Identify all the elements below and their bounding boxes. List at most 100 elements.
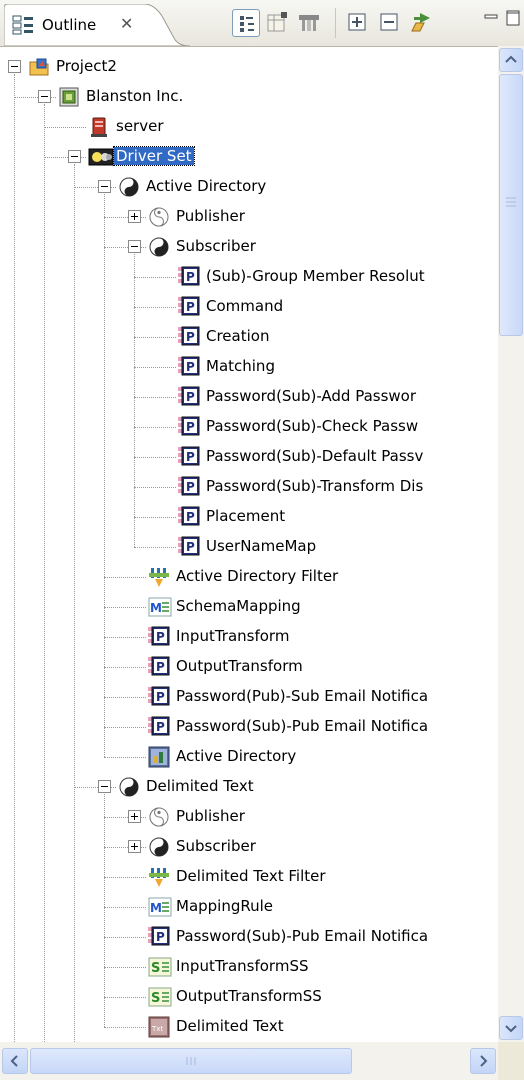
tree-item-label: Subscriber [176,237,256,255]
tree-item-password-sub-check-passw[interactable]: P Password(Sub)-Check Passw [0,412,498,442]
tree-item-label: Project2 [56,57,117,75]
hierarchical-view-icon[interactable] [232,9,260,37]
horizontal-scrollbar[interactable] [0,1042,524,1080]
tree-item-password-sub-pub-email-notifica[interactable]: P Password(Sub)-Pub Email Notifica [0,712,498,742]
policy-icon: P [178,506,200,528]
tree-item-outputtransform[interactable]: P OutputTransform [0,652,498,682]
scroll-down-button[interactable] [499,1016,523,1040]
svg-text:P: P [156,660,165,674]
tree-item-password-sub-add-passwor[interactable]: P Password(Sub)-Add Passwor [0,382,498,412]
tree-item-server[interactable]: server [0,112,498,142]
tree-item-subscriber[interactable]: Subscriber [0,232,498,262]
policy-icon: P [148,926,170,948]
tree-item-delimited-text[interactable]: Txt Delimited Text [0,1012,498,1042]
tree-item-label: Publisher [176,207,245,225]
tree-item-label: Password(Sub)-Add Passwor [206,387,417,405]
project-icon [28,56,50,78]
schema-mapping-icon: M [148,896,172,918]
svg-text:P: P [186,390,195,404]
tree-item-matching[interactable]: P Matching [0,352,498,382]
tree-item-subscriber[interactable]: Subscriber [0,832,498,862]
tree-item-label: Blanston Inc. [86,87,184,105]
tree-item-label: OutputTransformSS [176,987,322,1005]
tab-outline[interactable]: Outline ✕ [4,4,190,46]
svg-text:P: P [156,930,165,944]
tree-item-publisher[interactable]: Publisher [0,802,498,832]
organization-icon [58,86,80,108]
tree-item-delimited-text-filter[interactable]: Delimited Text Filter [0,862,498,892]
tree-item-label: Password(Sub)-Check Passw [206,417,419,435]
stylesheet-icon: S [148,986,172,1008]
policy-icon: P [178,416,200,438]
svg-text:P: P [186,360,195,374]
server-icon [88,116,110,138]
filter-view-icon[interactable] [296,9,324,37]
vertical-scrollbar[interactable] [498,46,524,1042]
scroll-right-button[interactable] [470,1048,496,1074]
collapse-all-icon[interactable] [376,9,404,37]
driver-set-icon [88,146,114,168]
tree-item-blanston-inc[interactable]: Blanston Inc. [0,82,498,112]
policy-icon: P [178,446,200,468]
expand-all-icon[interactable] [344,9,372,37]
flat-view-icon[interactable] [264,9,292,37]
policy-icon: P [178,326,200,348]
tree-item-label: Matching [206,357,275,375]
svg-text:P: P [186,420,195,434]
collapse-icon[interactable] [128,240,141,253]
scroll-up-button[interactable] [499,48,523,72]
tree-item-inputtransform[interactable]: P InputTransform [0,622,498,652]
vertical-scroll-thumb[interactable] [499,74,523,336]
policy-icon: P [178,356,200,378]
tree-item-label: Publisher [176,807,245,825]
tree-item-active-directory[interactable]: Active Directory [0,742,498,772]
tree-item-password-sub-transform-dis[interactable]: P Password(Sub)-Transform Dis [0,472,498,502]
tree-item-password-sub-default-passv[interactable]: P Password(Sub)-Default Passv [0,442,498,472]
collapse-icon[interactable] [98,180,111,193]
collapse-icon[interactable] [8,60,21,73]
expand-icon[interactable] [128,210,141,223]
tree-item-label: Driver Set [113,146,195,166]
collapse-icon[interactable] [38,90,51,103]
tree-item-label: server [116,117,164,135]
policy-icon: P [148,716,170,738]
svg-text:P: P [186,270,195,284]
tree-item-label: Subscriber [176,837,256,855]
tree-item-driver-set[interactable]: Driver Set [0,142,498,172]
expand-icon[interactable] [128,810,141,823]
tree-item-password-pub-sub-email-notifica[interactable]: P Password(Pub)-Sub Email Notifica [0,682,498,712]
svg-text:P: P [156,690,165,704]
tree-item-password-sub-pub-email-notifica[interactable]: P Password(Sub)-Pub Email Notifica [0,922,498,952]
tree-item-command[interactable]: P Command [0,292,498,322]
tree-item-delimited-text[interactable]: Delimited Text [0,772,498,802]
tree-item-outputtransformss[interactable]: S OutputTransformSS [0,982,498,1012]
tree-item-label: Delimited Text [176,1017,284,1035]
tree-item-sub-group-member-resolut[interactable]: P (Sub)-Group Member Resolut [0,262,498,292]
driver-icon [148,836,170,858]
horizontal-scroll-thumb[interactable] [30,1048,352,1074]
tree-item-schemamapping[interactable]: M SchemaMapping [0,592,498,622]
tree-item-usernamemap[interactable]: P UserNameMap [0,532,498,562]
tree-item-active-directory-filter[interactable]: Active Directory Filter [0,562,498,592]
collapse-icon[interactable] [98,780,111,793]
tree-item-label: Delimited Text Filter [176,867,326,885]
tree-item-label: Delimited Text [146,777,254,795]
close-icon[interactable]: ✕ [120,14,133,33]
link-with-editor-icon[interactable] [408,9,436,37]
tree-item-publisher[interactable]: Publisher [0,202,498,232]
tree-item-creation[interactable]: P Creation [0,322,498,352]
collapse-icon[interactable] [68,150,81,163]
scroll-left-button[interactable] [2,1048,28,1074]
tree-item-inputtransformss[interactable]: S InputTransformSS [0,952,498,982]
maximize-icon[interactable] [506,10,520,26]
tree-item-placement[interactable]: P Placement [0,502,498,532]
outline-tree[interactable]: Project2 Blanston Inc. server Driver Set Act… [0,46,498,1042]
svg-text:P: P [186,450,195,464]
minimize-icon[interactable] [484,10,498,24]
tree-item-mappingrule[interactable]: M MappingRule [0,892,498,922]
svg-text:P: P [186,330,195,344]
tree-item-project2[interactable]: Project2 [0,52,498,82]
expand-icon[interactable] [128,840,141,853]
tree-item-label: UserNameMap [206,537,317,555]
tree-item-active-directory[interactable]: Active Directory [0,172,498,202]
